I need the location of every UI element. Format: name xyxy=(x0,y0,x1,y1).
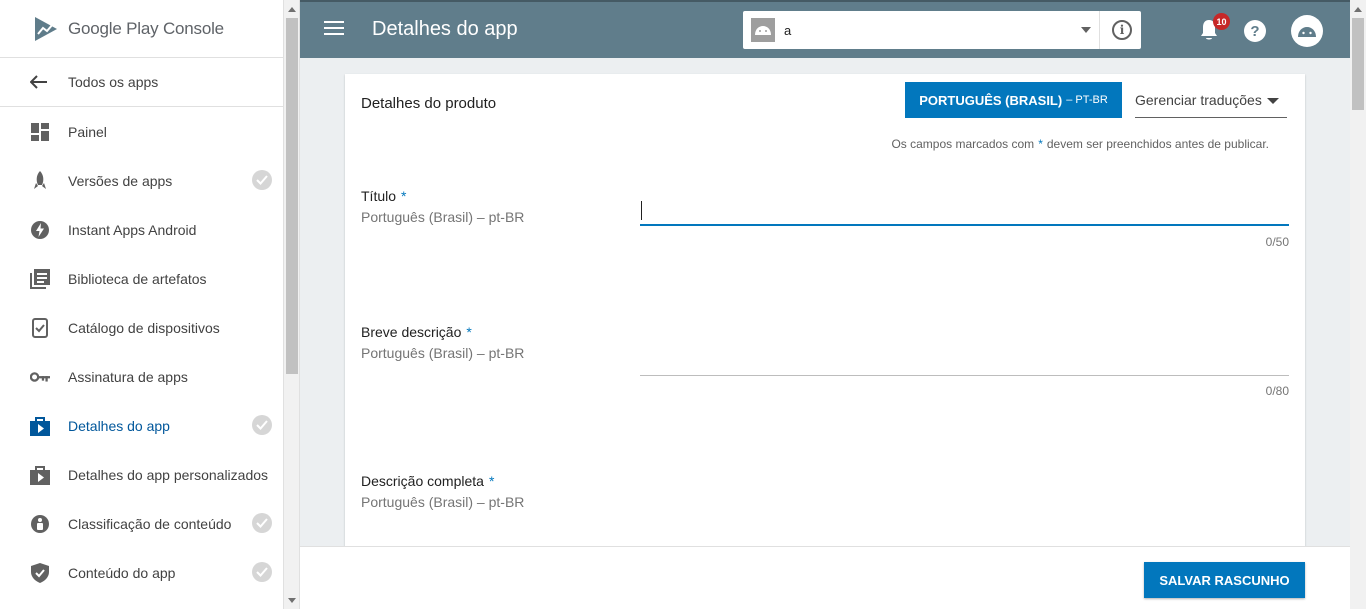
sidebar-item-app-content[interactable]: Conteúdo do app xyxy=(0,548,283,597)
sidebar-item-content-rating[interactable]: Classificação de conteúdo xyxy=(0,499,283,548)
store-icon xyxy=(30,416,50,436)
sidebar-item-label: Detalhes do app xyxy=(68,417,170,434)
logo-text: Google Play Console xyxy=(68,18,224,38)
rating-icon xyxy=(30,514,50,534)
android-avatar-icon xyxy=(1298,26,1316,37)
rocket-icon xyxy=(30,170,50,191)
language-button-code: – PT-BR xyxy=(1066,94,1108,106)
language-button-label: PORTUGUÊS (BRASIL) xyxy=(919,92,1063,108)
language-button[interactable]: PORTUGUÊS (BRASIL) – PT-BR xyxy=(905,82,1122,118)
manage-translations-label: Gerenciar traduções xyxy=(1135,91,1262,108)
full-description-label: Descrição completa * xyxy=(361,473,495,489)
play-console-logo-icon xyxy=(35,16,57,41)
avatar[interactable] xyxy=(1291,15,1323,47)
sidebar-item-device-catalog[interactable]: Catálogo de dispositivos xyxy=(0,303,283,352)
scrollbar-thumb[interactable] xyxy=(1352,18,1364,110)
check-circle-icon xyxy=(252,562,272,582)
sidebar-item-label: Detalhes do app personalizados xyxy=(68,466,269,483)
title-input[interactable] xyxy=(640,196,1289,226)
footer-bar: SALVAR RASCUNHO xyxy=(300,546,1350,609)
all-apps-label: Todos os apps xyxy=(68,74,159,90)
required-fields-note: Os campos marcados com * devem ser preench… xyxy=(891,137,1269,151)
sidebar-item-instant-apps[interactable]: Instant Apps Android xyxy=(0,205,283,254)
shield-icon xyxy=(30,562,50,583)
sidebar-item-releases[interactable]: Versões de apps xyxy=(0,156,283,205)
sidebar-scrollbar[interactable] xyxy=(284,0,300,609)
scroll-up-arrow[interactable] xyxy=(1354,7,1362,12)
scrollbar-thumb[interactable] xyxy=(286,18,298,374)
info-icon[interactable]: i xyxy=(1112,20,1132,40)
chevron-down-icon[interactable] xyxy=(1081,27,1091,33)
library-icon xyxy=(30,268,50,289)
full-description-language: Português (Brasil) – pt-BR xyxy=(361,494,525,510)
sidebar-item-label: Assinatura de apps xyxy=(68,368,188,385)
menu-icon[interactable] xyxy=(324,21,344,39)
key-icon xyxy=(30,367,50,387)
scroll-up-arrow[interactable] xyxy=(288,7,296,12)
dashboard-icon xyxy=(30,122,50,142)
notification-count-badge: 10 xyxy=(1213,13,1230,30)
product-details-card: Detalhes do produto PORTUGUÊS (BRASIL) –… xyxy=(345,74,1305,554)
sidebar: Google Play Console Todos os apps Painel… xyxy=(0,0,284,609)
top-app-bar: Detalhes do app a i 10 ? xyxy=(300,0,1350,58)
check-circle-icon xyxy=(252,513,272,533)
app-selector[interactable]: a i xyxy=(743,11,1141,49)
sidebar-item-dashboard[interactable]: Painel xyxy=(0,107,283,156)
chevron-down-icon xyxy=(1267,98,1279,104)
short-description-language: Português (Brasil) – pt-BR xyxy=(361,345,525,361)
scroll-down-arrow[interactable] xyxy=(288,598,296,603)
short-description-char-counter: 0/80 xyxy=(1265,384,1289,398)
sidebar-item-label: Painel xyxy=(68,123,107,140)
sidebar-item-label: Versões de apps xyxy=(68,172,173,189)
bolt-icon xyxy=(30,220,50,240)
arrow-back-icon xyxy=(30,75,47,89)
title-field-language: Português (Brasil) – pt-BR xyxy=(361,209,525,225)
android-app-icon xyxy=(751,18,775,42)
divider xyxy=(1099,11,1100,49)
all-apps-link[interactable]: Todos os apps xyxy=(0,58,283,107)
device-icon xyxy=(30,317,50,338)
sidebar-item-label: Catálogo de dispositivos xyxy=(68,319,220,336)
check-circle-icon xyxy=(252,170,272,190)
title-char-counter: 0/50 xyxy=(1265,235,1289,249)
play-console-logo[interactable]: Google Play Console xyxy=(0,0,283,58)
save-draft-button[interactable]: SALVAR RASCUNHO xyxy=(1144,562,1305,598)
sidebar-item-label: Conteúdo do app xyxy=(68,564,176,581)
title-field-label: Título * xyxy=(361,188,407,204)
manage-translations-dropdown[interactable]: Gerenciar traduções xyxy=(1135,82,1287,118)
main-scrollbar[interactable] xyxy=(1350,0,1366,609)
sidebar-item-artifact-library[interactable]: Biblioteca de artefatos xyxy=(0,254,283,303)
sidebar-item-label: Classificação de conteúdo xyxy=(68,515,232,532)
store-icon xyxy=(30,465,50,485)
sidebar-item-app-signing[interactable]: Assinatura de apps xyxy=(0,352,283,401)
app-selector-value: a xyxy=(784,22,792,38)
check-circle-icon xyxy=(252,415,272,435)
sidebar-item-store-listing[interactable]: Detalhes do app xyxy=(0,401,283,450)
short-description-label: Breve descrição * xyxy=(361,324,472,340)
sidebar-item-label: Biblioteca de artefatos xyxy=(68,270,207,287)
text-caret xyxy=(641,201,642,220)
sidebar-nav: Painel Versões de apps Instant Apps Andr… xyxy=(0,107,283,597)
card-title: Detalhes do produto xyxy=(361,95,497,112)
sidebar-item-custom-store-listing[interactable]: Detalhes do app personalizados xyxy=(0,450,283,499)
page-title: Detalhes do app xyxy=(372,18,518,40)
help-icon[interactable]: ? xyxy=(1244,20,1266,42)
sidebar-item-label: Instant Apps Android xyxy=(68,221,197,238)
short-description-input[interactable] xyxy=(640,346,1289,376)
